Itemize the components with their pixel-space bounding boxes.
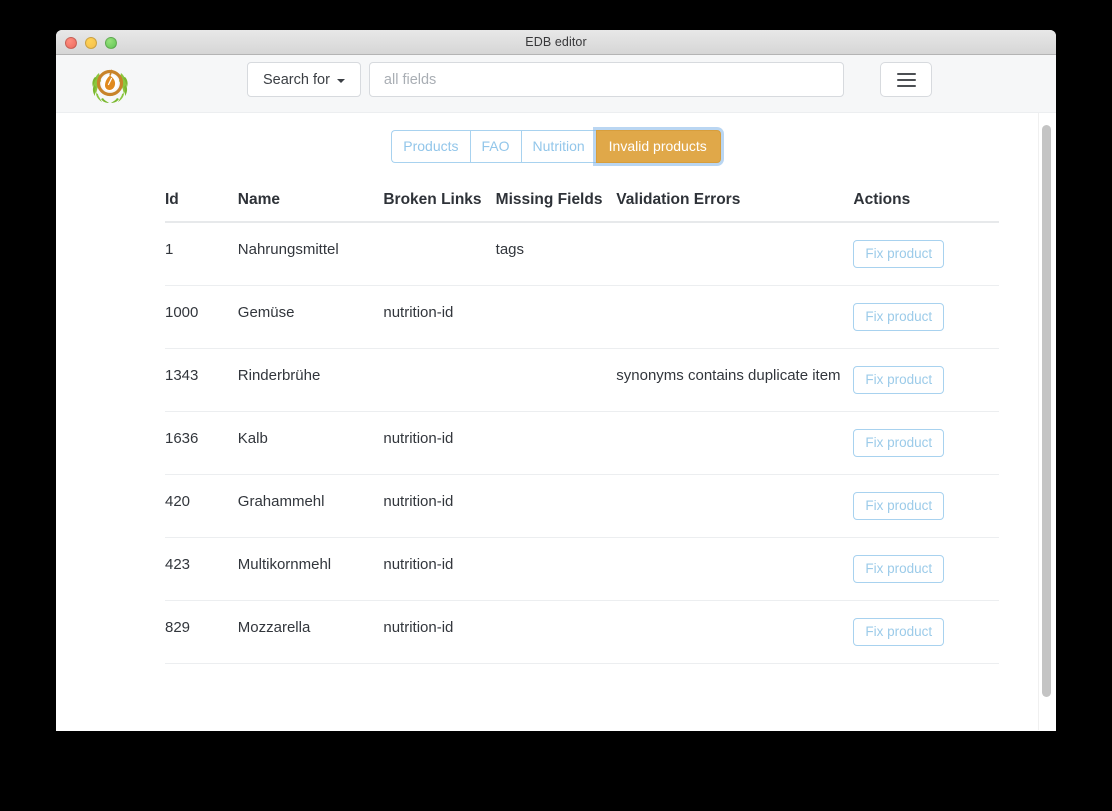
cell-name: Nahrungsmittel: [237, 221, 384, 286]
cell-actions: Fix product: [853, 348, 999, 412]
chevron-down-icon: [336, 78, 345, 83]
table-row: 420 Grahammehl nutrition-id Fix product: [165, 474, 999, 538]
fix-product-button[interactable]: Fix product: [853, 302, 945, 331]
app-header: Search for: [56, 55, 1056, 113]
cell-validation-errors: [616, 411, 854, 475]
cell-name: Multikornmehl: [237, 537, 384, 601]
close-window-icon[interactable]: [65, 36, 77, 49]
cell-actions: Fix product: [853, 285, 999, 349]
app-window: EDB editor Search for all fields Product…: [56, 30, 1056, 731]
window-titlebar: EDB editor: [56, 30, 1056, 55]
cell-actions: Fix product: [853, 221, 999, 286]
cell-missing-fields: [495, 474, 617, 538]
cell-missing-fields: [495, 411, 617, 475]
tab-nutrition[interactable]: Nutrition: [520, 130, 596, 163]
invalid-products-table: Id Name Broken Links Missing Fields Vali…: [165, 190, 999, 664]
search-for-dropdown-button[interactable]: Search for: [247, 62, 361, 97]
cell-id: 1: [165, 221, 238, 286]
cell-validation-errors: [616, 537, 854, 601]
fix-product-button[interactable]: Fix product: [853, 239, 945, 268]
cell-id: 1343: [165, 348, 238, 412]
column-header-actions: Actions: [853, 190, 999, 223]
tab-bar: Products FAO Nutrition Invalid products: [56, 113, 1056, 163]
tab-products[interactable]: Products: [391, 130, 470, 163]
column-header-id: Id: [165, 190, 238, 223]
scrollbar-thumb[interactable]: [1042, 125, 1051, 697]
search-for-label: Search for: [263, 71, 330, 88]
cell-actions: Fix product: [853, 537, 999, 601]
fix-product-button[interactable]: Fix product: [853, 617, 945, 646]
cell-name: Kalb: [237, 411, 384, 475]
hamburger-icon-bar-3: [896, 84, 916, 87]
tab-fao[interactable]: FAO: [469, 130, 521, 163]
fix-product-button[interactable]: Fix product: [853, 365, 945, 394]
cell-broken-links: nutrition-id: [383, 285, 496, 349]
cell-name: Mozzarella: [237, 600, 384, 664]
cell-broken-links: [383, 221, 496, 286]
cell-actions: Fix product: [853, 411, 999, 475]
cell-broken-links: [383, 348, 496, 412]
vertical-scrollbar[interactable]: [1038, 113, 1053, 730]
table-row: 1 Nahrungsmittel tags Fix product: [165, 221, 999, 286]
column-header-broken-links: Broken Links: [383, 190, 496, 223]
fix-product-button[interactable]: Fix product: [853, 554, 945, 583]
fix-product-button[interactable]: Fix product: [853, 491, 945, 520]
cell-validation-errors: [616, 600, 854, 664]
cell-name: Grahammehl: [237, 474, 384, 538]
cell-actions: Fix product: [853, 600, 999, 664]
tab-invalid-products[interactable]: Invalid products: [595, 130, 721, 163]
app-logo-icon: [87, 61, 133, 107]
cell-broken-links: nutrition-id: [383, 411, 496, 475]
cell-missing-fields: [495, 348, 617, 412]
table-row: 1000 Gemüse nutrition-id Fix product: [165, 285, 999, 349]
cell-validation-errors: [616, 221, 854, 286]
table-row: 829 Mozzarella nutrition-id Fix product: [165, 600, 999, 664]
cell-id: 423: [165, 537, 238, 601]
cell-id: 1636: [165, 411, 238, 475]
cell-broken-links: nutrition-id: [383, 474, 496, 538]
cell-id: 829: [165, 600, 238, 664]
cell-missing-fields: tags: [495, 221, 617, 286]
cell-missing-fields: [495, 600, 617, 664]
fix-product-button[interactable]: Fix product: [853, 428, 945, 457]
table-row: 1343 Rinderbrühe synonyms contains duplica…: [165, 348, 999, 412]
content-area: Products FAO Nutrition Invalid products Id …: [56, 113, 1056, 730]
cell-id: 1000: [165, 285, 238, 349]
cell-id: 420: [165, 474, 238, 538]
cell-actions: Fix product: [853, 474, 999, 538]
column-header-missing-fields: Missing Fields: [495, 190, 617, 223]
cell-name: Gemüse: [237, 285, 384, 349]
cell-missing-fields: [495, 285, 617, 349]
minimize-window-icon[interactable]: [85, 36, 97, 49]
hamburger-icon-bar-1: [896, 72, 916, 75]
table-row: 423 Multikornmehl nutrition-id Fix product: [165, 537, 999, 601]
hamburger-menu-button[interactable]: [880, 62, 932, 97]
column-header-validation-errors: Validation Errors: [616, 190, 854, 223]
table-row: 1636 Kalb nutrition-id Fix product: [165, 411, 999, 475]
invalid-products-table-wrap: Id Name Broken Links Missing Fields Vali…: [165, 190, 999, 664]
search-group: Search for: [247, 62, 844, 97]
window-title: EDB editor: [525, 35, 587, 49]
traffic-light-group: [65, 30, 117, 55]
table-body: 1 Nahrungsmittel tags Fix product 1000 Gemüse…: [165, 221, 999, 664]
cell-validation-errors: [616, 474, 854, 538]
table-header-row: Id Name Broken Links Missing Fields Vali…: [165, 190, 999, 223]
cell-name: Rinderbrühe: [237, 348, 384, 412]
table-head: Id Name Broken Links Missing Fields Vali…: [165, 190, 999, 223]
cell-missing-fields: [495, 537, 617, 601]
cell-validation-errors: [616, 285, 854, 349]
cell-broken-links: nutrition-id: [383, 537, 496, 601]
cell-broken-links: nutrition-id: [383, 600, 496, 664]
column-header-name: Name: [237, 190, 384, 223]
search-input[interactable]: [368, 62, 844, 97]
hamburger-icon-bar-2: [896, 78, 916, 81]
maximize-window-icon[interactable]: [105, 36, 117, 49]
cell-validation-errors: synonyms contains duplicate item: [616, 348, 854, 412]
